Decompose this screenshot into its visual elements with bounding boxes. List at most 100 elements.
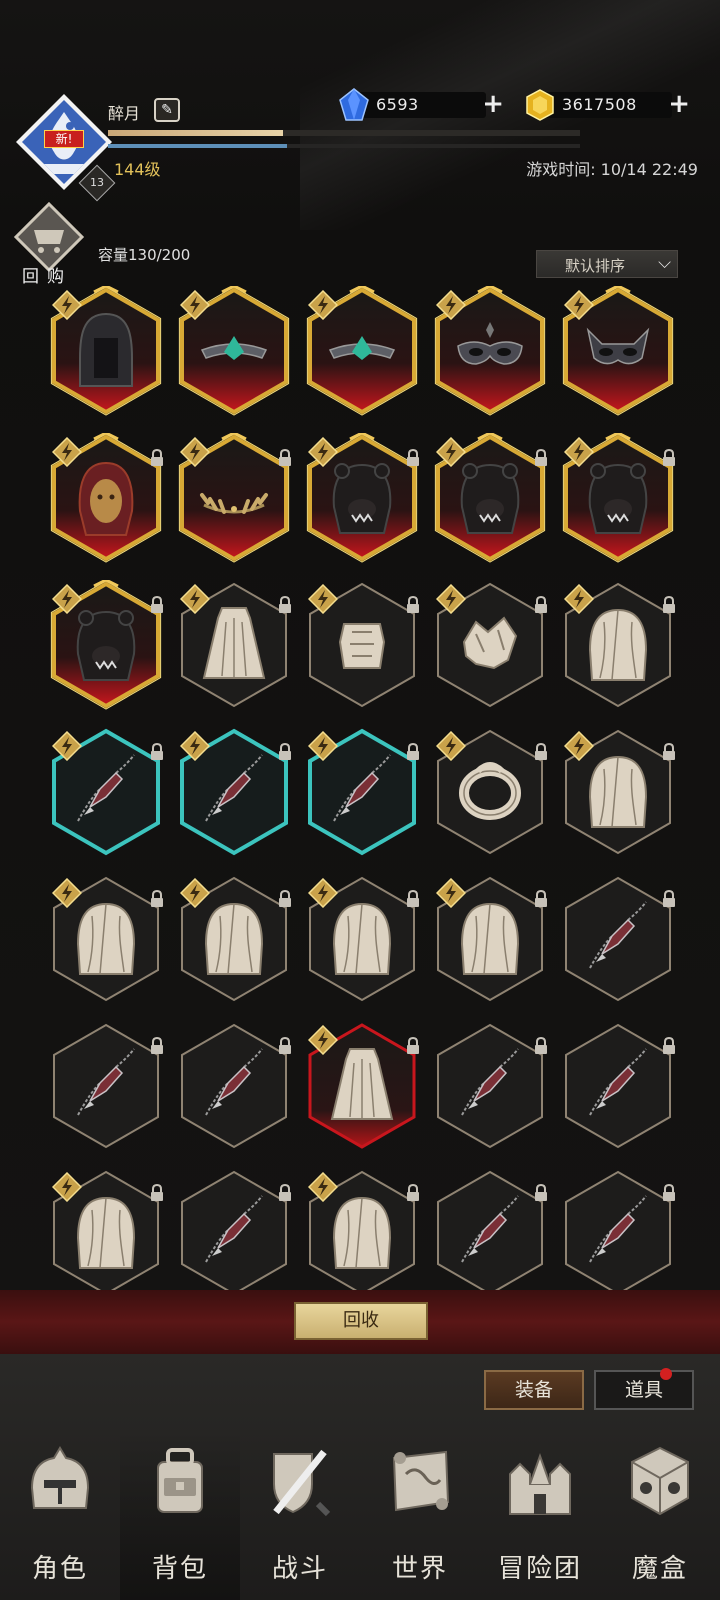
bear-helm-icon	[332, 463, 392, 534]
item-slot[interactable]	[44, 282, 172, 429]
add-diamond-button[interactable]: +	[482, 91, 504, 117]
tab-equipment[interactable]: 装备	[484, 1370, 584, 1410]
gold-counter: 3617508 +	[526, 89, 690, 121]
chain-dagger-icon	[77, 754, 135, 822]
nav-item[interactable]: 战斗	[240, 1430, 360, 1600]
bound-badge-icon	[308, 1025, 338, 1055]
bound-badge-icon	[436, 437, 466, 467]
item-slot[interactable]	[172, 723, 300, 870]
item-slot[interactable]	[44, 429, 172, 576]
item-slot[interactable]	[172, 429, 300, 576]
item-slot[interactable]	[172, 282, 300, 429]
bound-badge-icon	[308, 437, 338, 467]
item-slot[interactable]	[428, 282, 556, 429]
item-slot[interactable]	[300, 576, 428, 723]
item-slot[interactable]	[428, 723, 556, 870]
magic-cube-icon	[631, 1446, 689, 1516]
bound-badge-icon	[564, 437, 594, 467]
nav-item[interactable]: 角色	[0, 1430, 120, 1600]
tab-props[interactable]: 道具	[594, 1370, 694, 1410]
cloth-hood-icon	[332, 1196, 392, 1269]
lock-icon	[279, 1184, 291, 1201]
sort-dropdown[interactable]: 默认排序 ⌵	[536, 250, 678, 278]
bound-badge-icon	[436, 878, 466, 908]
item-slot[interactable]	[428, 1017, 556, 1164]
nav-item[interactable]: 魔盒	[600, 1430, 720, 1600]
lock-icon	[151, 1037, 163, 1054]
item-slot[interactable]	[44, 870, 172, 1017]
edit-name-button[interactable]: ✎	[154, 98, 180, 122]
nav-item[interactable]: 冒险团	[480, 1430, 600, 1600]
nav-label: 魔盒	[631, 1554, 688, 1584]
lock-icon	[535, 890, 547, 907]
bound-badge-icon	[436, 290, 466, 320]
chain-dagger-icon	[589, 901, 647, 969]
sword-shield-icon	[273, 1449, 331, 1517]
dark-hood-icon	[79, 312, 133, 387]
item-slot[interactable]	[428, 870, 556, 1017]
item-slot[interactable]	[44, 576, 172, 723]
nav-label: 背包	[151, 1554, 208, 1584]
item-slot[interactable]	[556, 282, 684, 429]
bottom-nav: 角色 背包 战斗 世界 冒险团 魔盒	[0, 1430, 720, 1600]
diamond-icon	[339, 88, 369, 121]
bound-badge-icon	[180, 731, 210, 761]
bag-screen: 新! 13 醉月 ✎ 144级 6593 + 3617508 + 游戏时间: 1…	[0, 0, 720, 1600]
add-gold-button[interactable]: +	[668, 91, 690, 117]
bound-badge-icon	[308, 584, 338, 614]
lock-icon	[663, 596, 675, 613]
item-slot[interactable]	[556, 723, 684, 870]
item-slot[interactable]	[300, 282, 428, 429]
item-slot[interactable]	[300, 429, 428, 576]
lock-icon	[151, 743, 163, 760]
item-slot[interactable]	[556, 576, 684, 723]
item-slot[interactable]	[556, 1017, 684, 1164]
diamond-counter: 6593 +	[339, 88, 504, 121]
lock-icon	[279, 1037, 291, 1054]
item-slot[interactable]	[428, 1164, 556, 1311]
item-slot[interactable]	[428, 576, 556, 723]
item-slot[interactable]	[428, 429, 556, 576]
lock-icon	[407, 449, 419, 466]
jade-circlet-icon	[200, 336, 268, 360]
cloth-hood-icon	[204, 902, 264, 975]
bound-badge-icon	[180, 290, 210, 320]
item-slot[interactable]	[556, 870, 684, 1017]
bound-badge-icon	[52, 584, 82, 614]
item-slot[interactable]	[556, 429, 684, 576]
nav-item[interactable]: 背包	[120, 1430, 240, 1600]
bound-badge-icon	[52, 731, 82, 761]
item-slot[interactable]	[44, 1017, 172, 1164]
item-slot[interactable]	[300, 1164, 428, 1311]
lock-icon	[663, 1037, 675, 1054]
lock-icon	[279, 890, 291, 907]
nav-label: 世界	[391, 1554, 448, 1584]
bear-helm-icon	[460, 463, 520, 534]
nav-label: 冒险团	[497, 1554, 582, 1584]
item-slot[interactable]	[556, 1164, 684, 1311]
item-slot[interactable]	[300, 870, 428, 1017]
chain-dagger-icon	[205, 1048, 263, 1116]
mp-bar	[108, 144, 580, 148]
bound-badge-icon	[52, 878, 82, 908]
chain-dagger-icon	[205, 754, 263, 822]
diamond-amount: 6593	[376, 95, 419, 114]
bound-badge-icon	[52, 290, 82, 320]
cloth-hood-icon	[76, 1196, 136, 1269]
nav-label: 战斗	[271, 1554, 328, 1584]
bound-badge-icon	[436, 584, 466, 614]
bound-badge-icon	[564, 731, 594, 761]
bound-badge-icon	[436, 731, 466, 761]
item-slot[interactable]	[44, 1164, 172, 1311]
item-slot[interactable]	[172, 576, 300, 723]
bag-capacity: 容量130/200	[98, 246, 191, 264]
item-slot[interactable]	[172, 870, 300, 1017]
item-slot[interactable]	[44, 723, 172, 870]
item-slot[interactable]	[300, 1017, 428, 1164]
recycle-button[interactable]: 回收	[294, 1302, 428, 1340]
bound-badge-icon	[180, 584, 210, 614]
nav-item[interactable]: 世界	[360, 1430, 480, 1600]
item-slot[interactable]	[172, 1164, 300, 1311]
item-slot[interactable]	[172, 1017, 300, 1164]
item-slot[interactable]	[300, 723, 428, 870]
